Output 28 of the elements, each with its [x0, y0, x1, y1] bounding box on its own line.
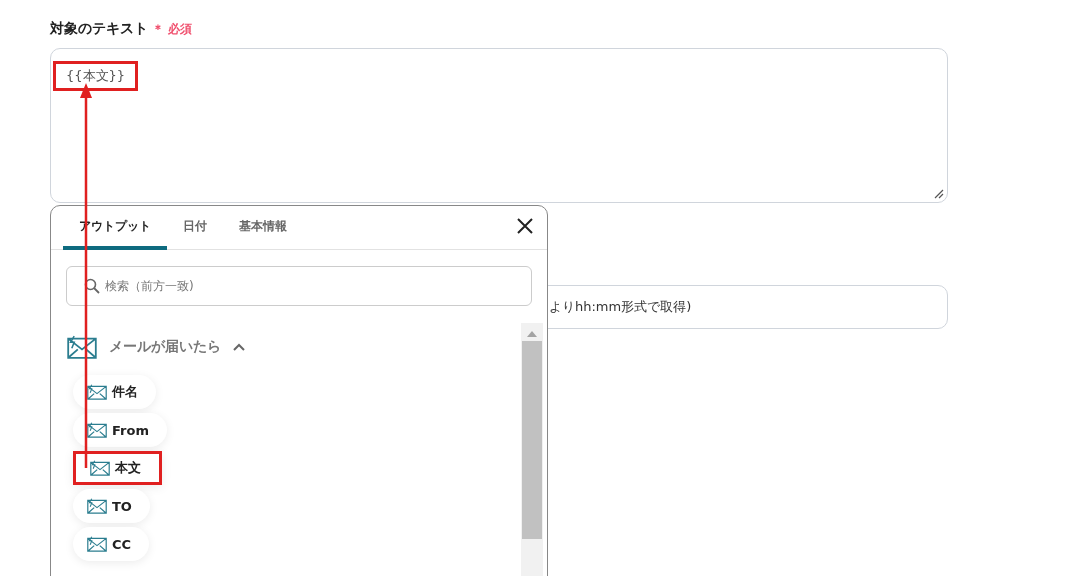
- envelope-icon: [87, 536, 107, 552]
- required-label: 必須: [168, 21, 192, 38]
- envelope-icon: [87, 384, 107, 400]
- tab[interactable]: 基本情報: [223, 218, 303, 250]
- envelope-icon: [90, 460, 110, 476]
- close-icon: [517, 218, 533, 234]
- variable-token: {{本文}}: [53, 61, 139, 91]
- output-item[interactable]: 本文: [73, 451, 162, 485]
- search-icon: [84, 278, 100, 294]
- output-item[interactable]: 件名: [73, 375, 156, 409]
- tab[interactable]: 日付: [167, 218, 223, 250]
- required-mark: ＊: [152, 21, 164, 38]
- output-item[interactable]: TO: [73, 489, 150, 523]
- text-area[interactable]: {{本文}}: [50, 48, 948, 203]
- envelope-icon: [87, 422, 107, 438]
- scrollbar[interactable]: [521, 323, 543, 576]
- envelope-icon: [87, 498, 107, 514]
- section-header[interactable]: メールが届いたら: [67, 335, 245, 359]
- field-label: 対象のテキスト: [50, 20, 148, 38]
- output-item[interactable]: From: [73, 413, 167, 447]
- scroll-up-icon: [527, 331, 537, 337]
- output-item[interactable]: CC: [73, 527, 150, 561]
- close-button[interactable]: [517, 218, 533, 234]
- scrollbar-thumb[interactable]: [522, 341, 542, 539]
- field-value: よりhh:mm形式で取得): [549, 298, 692, 316]
- envelope-icon: [67, 335, 97, 359]
- resize-grip-icon[interactable]: [934, 189, 944, 199]
- search-field[interactable]: 検索（前方一致): [66, 266, 532, 306]
